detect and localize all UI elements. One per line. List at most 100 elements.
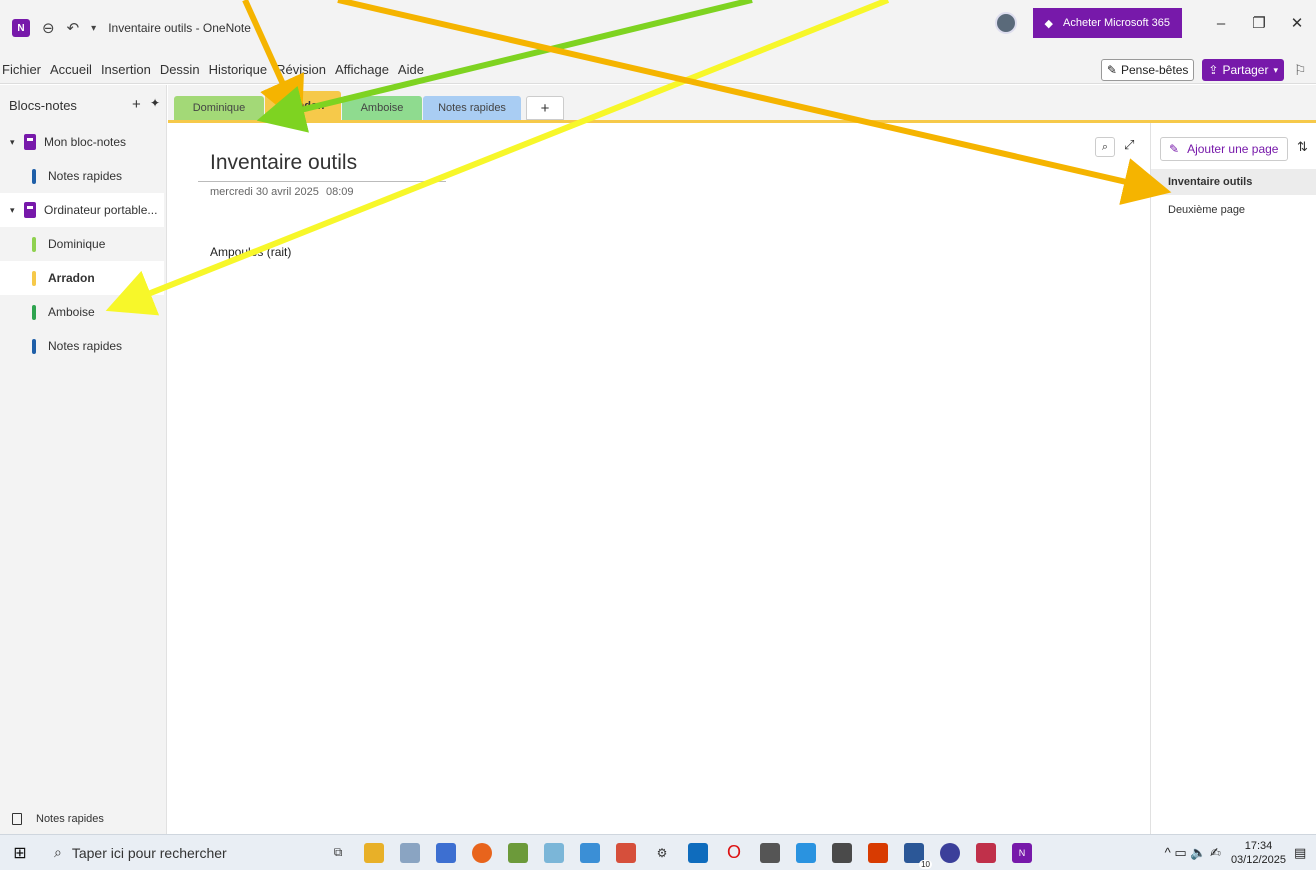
opera-icon[interactable]: O	[724, 842, 744, 863]
menu-dessin[interactable]: Dessin	[160, 62, 200, 77]
quick-notes-footer[interactable]: Notes rapides	[0, 804, 166, 834]
buy-microsoft-365-button[interactable]: ◆ Acheter Microsoft 365	[1032, 8, 1182, 38]
avatar[interactable]	[994, 12, 1017, 34]
app-icon[interactable]	[544, 842, 564, 863]
section-amboise[interactable]: Amboise	[0, 295, 166, 329]
page-item-deuxieme-page[interactable]: Deuxième page	[1151, 197, 1316, 223]
taskbar-search-box[interactable]: ⌕ Taper ici pour rechercher	[40, 835, 290, 870]
app-icon[interactable]	[508, 842, 528, 863]
taskbar-search-placeholder: Taper ici pour rechercher	[71, 844, 227, 861]
buy-label: Acheter Microsoft 365	[1063, 17, 1170, 29]
app-icon[interactable]	[616, 842, 636, 863]
add-page-label: Ajouter une page	[1187, 142, 1279, 156]
feedback-icon[interactable]: ⚐	[1294, 62, 1316, 79]
share-button[interactable]: ⇪ Partager ▾	[1202, 59, 1284, 81]
menu-revision[interactable]: Révision	[276, 62, 326, 77]
footer-label: Notes rapides	[36, 813, 104, 825]
onenote-window: N ⊖ ↶ ▾ Inventaire outils - OneNote ◆ Ac…	[0, 0, 1316, 870]
pense-betes-button[interactable]: ✎ Pense-bêtes	[1100, 59, 1195, 81]
section-notes-rapides[interactable]: Notes rapides	[0, 159, 166, 193]
onenote-app-icon: N	[12, 19, 30, 37]
note-text[interactable]: Ampoules (rait)	[210, 245, 291, 259]
search-icon[interactable]: ⌕	[1095, 137, 1115, 157]
page-canvas[interactable]: Inventaire outils mercredi 30 avril 2025…	[168, 123, 1150, 834]
app-icon[interactable]	[580, 842, 600, 863]
notebook-mon-bloc-notes[interactable]: ▾ Mon bloc-notes	[0, 125, 166, 159]
section-label: Dominique	[48, 237, 106, 251]
app-icon[interactable]	[868, 842, 888, 863]
calculator-icon[interactable]	[832, 842, 852, 863]
menu-aide[interactable]: Aide	[398, 62, 424, 77]
section-dominique[interactable]: Dominique	[0, 227, 166, 261]
app-icon[interactable]	[976, 842, 996, 863]
windows-start-icon[interactable]: ⊞	[0, 843, 40, 863]
page-time: 08:09	[326, 186, 354, 198]
chevron-down-icon[interactable]: ▾	[10, 137, 24, 148]
count-badge: 10	[919, 859, 932, 869]
page-item-inventaire-outils[interactable]: Inventaire outils	[1151, 169, 1316, 195]
outlook-icon[interactable]	[688, 842, 708, 863]
firefox-icon[interactable]	[472, 842, 492, 863]
clock-date: 03/12/2025	[1230, 854, 1286, 866]
app-icon[interactable]	[400, 842, 420, 863]
task-view-icon[interactable]: ⧉	[328, 843, 348, 863]
menu-fichier[interactable]: Fichier	[2, 62, 41, 77]
notebooks-title: Blocs-notes	[9, 97, 77, 113]
tab-dominique[interactable]: Dominique	[174, 96, 264, 120]
notebooks-header: Blocs-notes + ✦	[0, 85, 166, 125]
menu-accueil[interactable]: Accueil	[50, 62, 92, 77]
app-icon[interactable]: 10	[904, 842, 932, 869]
menu-affichage[interactable]: Affichage	[335, 62, 389, 77]
section-color-bar	[32, 270, 36, 286]
tab-notes-rapides[interactable]: Notes rapides	[423, 96, 521, 120]
expand-icon[interactable]: ⤢	[1124, 137, 1134, 153]
title-bar-right: ◆ Acheter Microsoft 365 – ❐ ✕	[994, 8, 1316, 38]
close-button[interactable]: ✕	[1278, 14, 1316, 32]
notebook-label: Ordinateur portable...	[44, 203, 158, 217]
quick-access-dropdown-icon[interactable]: ▾	[91, 23, 96, 34]
back-icon[interactable]: ⊖	[42, 19, 55, 37]
app-icon[interactable]	[940, 842, 960, 863]
section-label: Notes rapides	[48, 169, 123, 183]
app-icon[interactable]	[436, 842, 456, 863]
add-notebook-icon[interactable]: +	[132, 96, 141, 113]
tab-arradon[interactable]: Arradon	[265, 91, 341, 121]
chevron-down-icon[interactable]: ▾	[10, 205, 24, 216]
camera-icon[interactable]	[760, 842, 780, 863]
diamond-icon: ◆	[1044, 17, 1053, 30]
add-page-button[interactable]: ✎ Ajouter une page	[1160, 137, 1288, 161]
undo-icon[interactable]: ↶	[67, 19, 80, 37]
menu-historique[interactable]: Historique	[209, 62, 268, 77]
section-notes-rapides-2[interactable]: Notes rapides	[0, 329, 166, 363]
share-label: Partager	[1222, 63, 1269, 77]
menu-right: ✎ Pense-bêtes ⇪ Partager ▾ ⚐	[1100, 59, 1316, 81]
clock[interactable]: 17:34 03/12/2025	[1231, 839, 1286, 867]
tray-icons[interactable]: ^ ▭ 🔈 ✍	[1165, 845, 1221, 861]
sort-icon[interactable]: ⇅	[1297, 139, 1308, 155]
restore-button[interactable]: ❐	[1240, 14, 1278, 32]
window-title: Inventaire outils - OneNote	[108, 21, 251, 35]
page-date: mercredi 30 avril 2025	[210, 186, 319, 198]
menu-insertion[interactable]: Insertion	[101, 62, 151, 77]
pin-icon[interactable]: ✦	[150, 96, 160, 110]
sticky-note-icon: ✎	[1106, 63, 1117, 77]
chevron-down-icon: ▾	[1273, 64, 1278, 75]
section-label: Amboise	[48, 305, 95, 319]
section-tabs: Dominique Arradon Amboise Notes rapides …	[168, 85, 1316, 123]
minimize-button[interactable]: –	[1202, 15, 1240, 32]
section-label: Arradon	[48, 271, 95, 285]
page-title[interactable]: Inventaire outils	[210, 151, 357, 175]
notebook-ordinateur-portable[interactable]: ▾ Ordinateur portable...	[0, 193, 164, 227]
onenote-taskbar-icon[interactable]: N	[1012, 842, 1032, 863]
add-section-button[interactable]: +	[526, 96, 564, 120]
notification-icon[interactable]: ▤	[1294, 845, 1316, 861]
app-icon[interactable]	[796, 842, 816, 863]
settings-icon[interactable]: ⚙	[652, 843, 672, 863]
section-color-bar	[32, 338, 36, 354]
notebook-icon	[24, 202, 36, 218]
file-explorer-icon[interactable]	[364, 842, 384, 863]
pense-betes-label: Pense-bêtes	[1120, 63, 1189, 77]
section-arradon[interactable]: Arradon	[0, 261, 164, 295]
search-icon: ⌕	[54, 844, 62, 860]
tab-amboise[interactable]: Amboise	[342, 96, 422, 120]
